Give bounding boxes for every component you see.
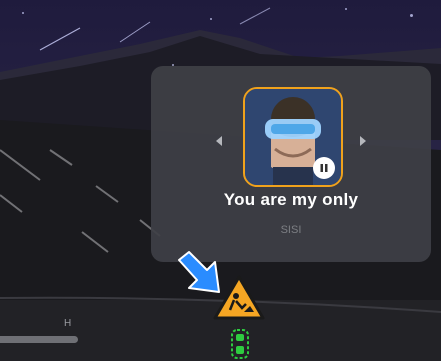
gauge-bar [0, 336, 78, 343]
previous-track-button[interactable] [212, 134, 226, 148]
pause-icon [320, 164, 328, 172]
star [22, 12, 24, 14]
chevron-left-icon [216, 136, 222, 146]
chevron-right-icon [360, 136, 366, 146]
star [345, 8, 347, 10]
artist-name: SISI [280, 224, 302, 236]
song-title: You are my only [223, 190, 359, 209]
media-player-card[interactable]: You are my only SISI [151, 66, 431, 262]
star [410, 14, 413, 17]
next-track-button[interactable] [356, 134, 370, 148]
star [210, 18, 212, 20]
pause-button[interactable] [313, 157, 335, 179]
gauge-label: H [64, 318, 72, 329]
album-art[interactable] [243, 87, 343, 187]
road-work-warning-icon[interactable] [212, 274, 266, 322]
car-icon [231, 329, 249, 359]
